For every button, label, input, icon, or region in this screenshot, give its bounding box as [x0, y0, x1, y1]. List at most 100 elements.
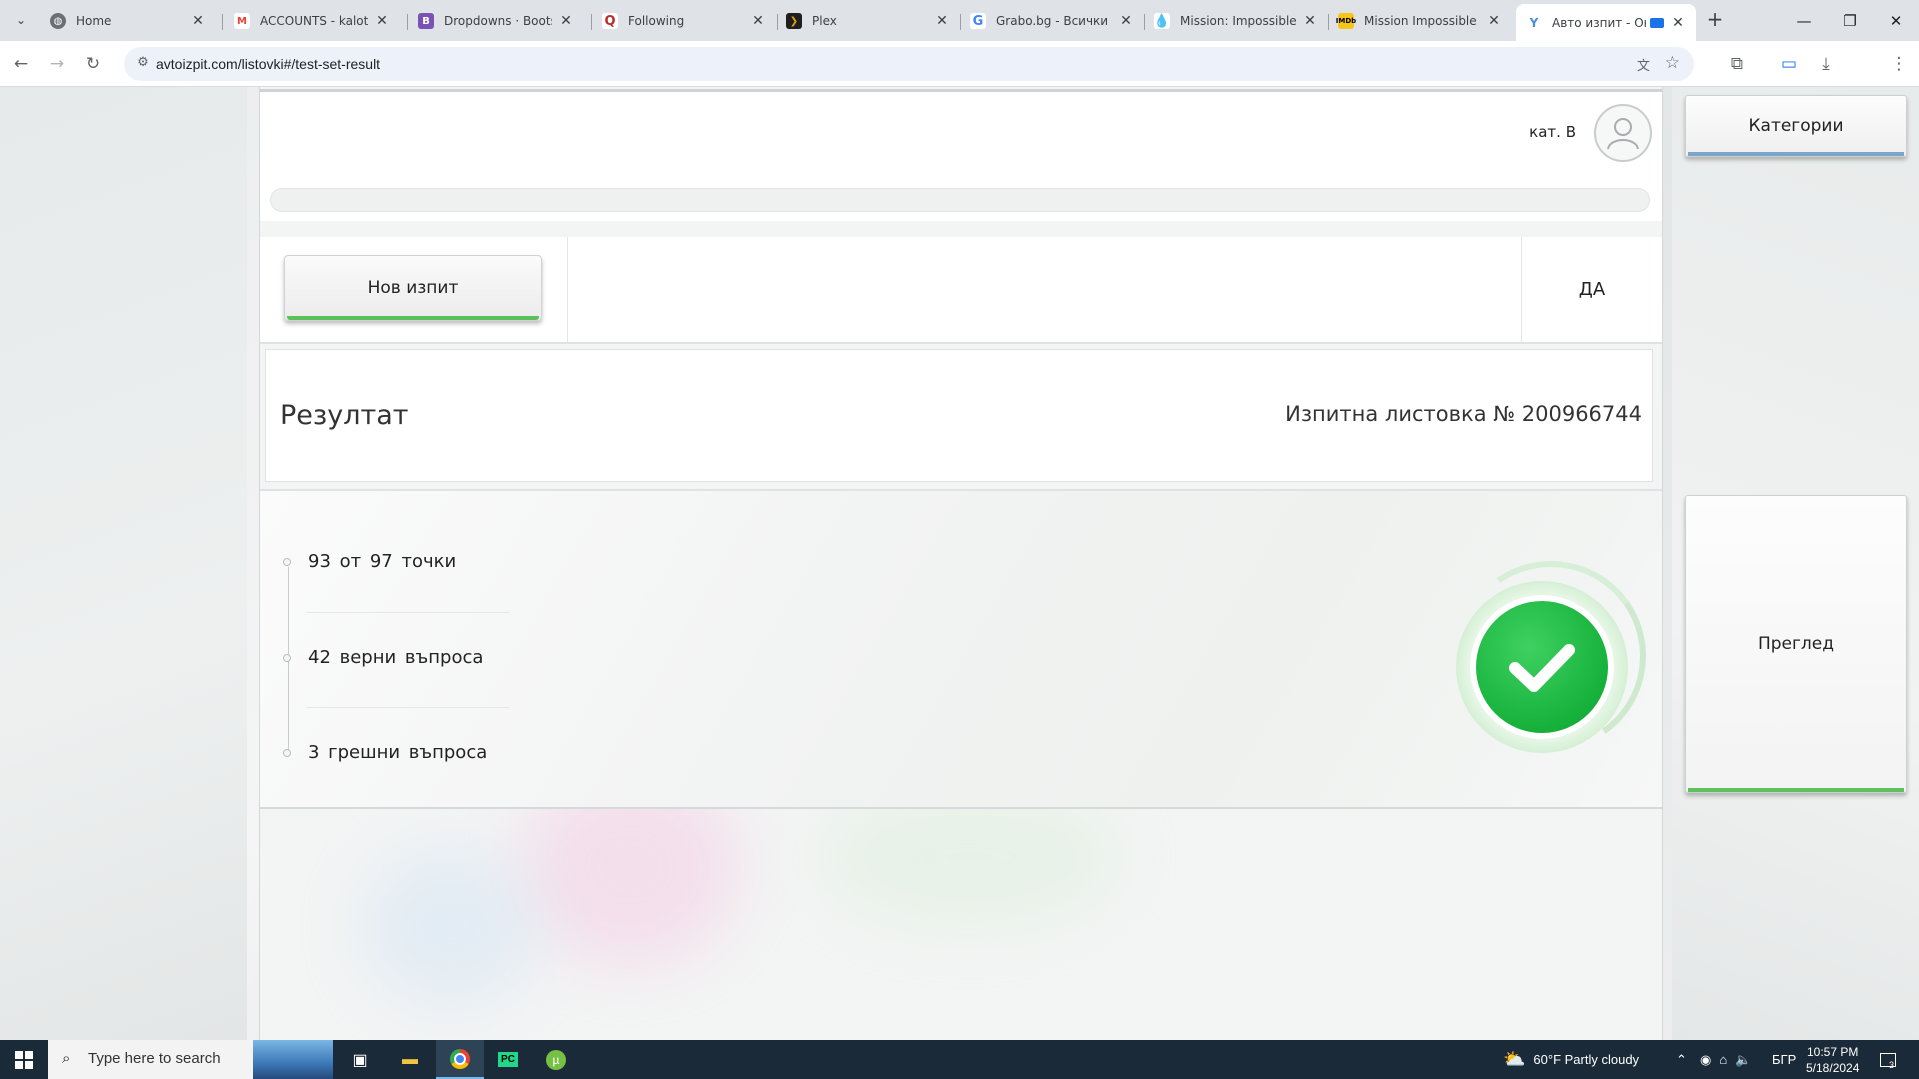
tab-plex[interactable]: ❯ Plex ✕	[776, 4, 960, 38]
url-text[interactable]: avtoizpit.com/listovki#/test-set-result	[156, 56, 380, 72]
gmail-icon: M	[234, 13, 250, 29]
back-button[interactable]: ←	[6, 49, 36, 79]
tab-imdb[interactable]: IMDb Mission Impossible S ✕	[1328, 4, 1512, 38]
close-icon[interactable]: ✕	[374, 13, 390, 29]
clock[interactable]: 10:57 PM 5/18/2024	[1806, 1040, 1859, 1079]
language-indicator[interactable]: БГР	[1772, 1040, 1796, 1079]
tab-home[interactable]: ◍ Home ✕	[40, 4, 216, 38]
bookmark-star-icon[interactable]: ☆	[1665, 53, 1680, 73]
yes-label[interactable]: ДА	[1522, 237, 1662, 342]
bootstrap-icon: B	[418, 13, 434, 29]
new-exam-button[interactable]: Нов изпит	[284, 255, 542, 321]
points-stat: 93 от 97 точки	[308, 551, 457, 572]
cast-button[interactable]: ▭	[1774, 49, 1804, 79]
close-icon[interactable]: ✕	[1670, 15, 1686, 31]
minimize-button[interactable]: —	[1781, 0, 1827, 41]
result-title: Резултат	[280, 400, 409, 431]
left-panel	[0, 87, 247, 1040]
tab-mission-impossible[interactable]: 💧 Mission: Impossible - ✕	[1144, 4, 1328, 38]
new-exam-label: Нов изпит	[367, 278, 459, 298]
close-icon[interactable]: ✕	[1486, 13, 1502, 29]
chrome-button[interactable]	[436, 1040, 484, 1079]
tab-quora[interactable]: Q Following ✕	[592, 4, 776, 38]
success-badge	[1456, 581, 1628, 753]
download-icon: ⤓	[1822, 54, 1830, 74]
arrow-left-icon: ←	[13, 54, 29, 74]
restore-button[interactable]: ❐	[1827, 0, 1873, 41]
quora-icon: Q	[602, 13, 618, 29]
checkmark-icon	[1509, 644, 1575, 692]
puzzle-icon: ⧉	[1730, 54, 1744, 74]
notification-icon: 3	[1880, 1052, 1896, 1070]
menu-button[interactable]: ⋮	[1884, 49, 1914, 79]
new-tab-button[interactable]: +	[1703, 8, 1727, 32]
progress-bar	[270, 188, 1650, 212]
file-explorer-button[interactable]: ▬	[386, 1040, 434, 1079]
utorrent-button[interactable]: µ	[532, 1040, 580, 1079]
address-bar[interactable]: ⚙ avtoizpit.com/listovki#/test-set-resul…	[124, 47, 1694, 81]
close-icon[interactable]: ✕	[190, 13, 206, 29]
tray-icons[interactable]: ◉ ⌂ 🔈	[1700, 1040, 1751, 1079]
categories-label: Категории	[1748, 116, 1844, 136]
tab-avtoizpit[interactable]: Y Авто изпит - Он ✕	[1516, 4, 1696, 41]
weather-text: 60°F Partly cloudy	[1533, 1052, 1640, 1067]
categories-button[interactable]: Категории	[1685, 95, 1907, 157]
tab-search-button[interactable]: ⌄	[8, 8, 34, 32]
chevron-up-icon: ⌃	[1676, 1051, 1687, 1067]
start-button[interactable]	[0, 1040, 48, 1079]
close-icon: ✕	[1889, 11, 1903, 30]
pycharm-button[interactable]: PC	[484, 1040, 532, 1079]
exam-sheet-number: Изпитна листовка № 200966744	[1285, 402, 1642, 426]
wrong-stat: 3 грешни въпроса	[308, 742, 488, 763]
extensions-button[interactable]: ⧉	[1722, 49, 1752, 79]
close-icon[interactable]: ✕	[934, 13, 950, 29]
avatar[interactable]	[1594, 104, 1652, 162]
result-summary: 93 от 97 точки 42 верни въпроса 3 грешни…	[260, 489, 1662, 809]
windows-logo-icon	[15, 1050, 33, 1069]
close-icon[interactable]: ✕	[750, 13, 766, 29]
tab-gmail[interactable]: M ACCOUNTS - kalotab ✕	[224, 4, 400, 38]
result-header: Резултат Изпитна листовка № 200966744	[265, 349, 1653, 482]
search-highlight-image	[253, 1040, 333, 1079]
reload-button[interactable]: ↻	[78, 49, 108, 79]
tab-bootstrap[interactable]: B Dropdowns · Bootstra ✕	[408, 4, 584, 38]
close-icon[interactable]: ✕	[1302, 13, 1318, 29]
notifications-button[interactable]: 3	[1880, 1040, 1896, 1079]
tab-strip: ⌄ ◍ Home ✕ M ACCOUNTS - kalotab ✕ B Drop…	[0, 0, 1919, 41]
tab-grabo[interactable]: G Grabo.bg - Всички о ✕	[960, 4, 1144, 38]
weather-widget[interactable]: ⛅ 60°F Partly cloudy	[1503, 1040, 1639, 1079]
review-label: Преглед	[1757, 634, 1835, 654]
volume-icon: 🔈	[1735, 1051, 1752, 1067]
translate-icon[interactable]: 文	[1637, 55, 1650, 74]
chevron-down-icon: ⌄	[15, 13, 27, 27]
reload-icon: ↻	[85, 54, 101, 74]
imdb-icon: IMDb	[1336, 13, 1356, 29]
windows-taskbar: ⌕ Type here to search ▣ ▬ PC µ ⛅ 60°F Pa…	[0, 1040, 1919, 1079]
category-label: кат. B	[1529, 123, 1576, 141]
correct-stat: 42 верни въпроса	[308, 647, 484, 668]
show-hidden-icons[interactable]: ⌃	[1676, 1040, 1687, 1079]
globe-icon: ◍	[50, 13, 66, 29]
close-icon[interactable]: ✕	[1118, 13, 1134, 29]
downloads-button[interactable]: ⤓	[1811, 49, 1841, 79]
water-drop-icon: 💧	[1153, 13, 1171, 29]
plex-icon: ❯	[786, 13, 802, 29]
close-icon[interactable]: ✕	[558, 13, 574, 29]
close-window-button[interactable]: ✕	[1873, 0, 1919, 41]
taskbar-search[interactable]: ⌕ Type here to search	[48, 1040, 333, 1079]
task-view-button[interactable]: ▣	[336, 1040, 384, 1079]
timeline-dot	[283, 558, 291, 566]
minimize-icon: —	[1796, 11, 1812, 30]
review-button[interactable]: Преглед	[1685, 495, 1907, 793]
user-header: кат. B	[260, 89, 1662, 221]
actions-bar: Нов изпит ДА	[260, 237, 1662, 344]
partly-cloudy-icon: ⛅	[1503, 1049, 1526, 1069]
user-icon	[1607, 118, 1639, 150]
restore-icon: ❐	[1843, 11, 1857, 30]
page-content: кат. B Нов изпит ДА Резултат Изпитна лис…	[0, 87, 1919, 1040]
avtoizpit-icon: Y	[1526, 14, 1542, 31]
site-info-icon[interactable]: ⚙	[134, 55, 152, 73]
forward-button[interactable]: →	[42, 49, 72, 79]
arrow-right-icon: →	[49, 54, 65, 74]
search-icon: ⌕	[62, 1050, 71, 1067]
